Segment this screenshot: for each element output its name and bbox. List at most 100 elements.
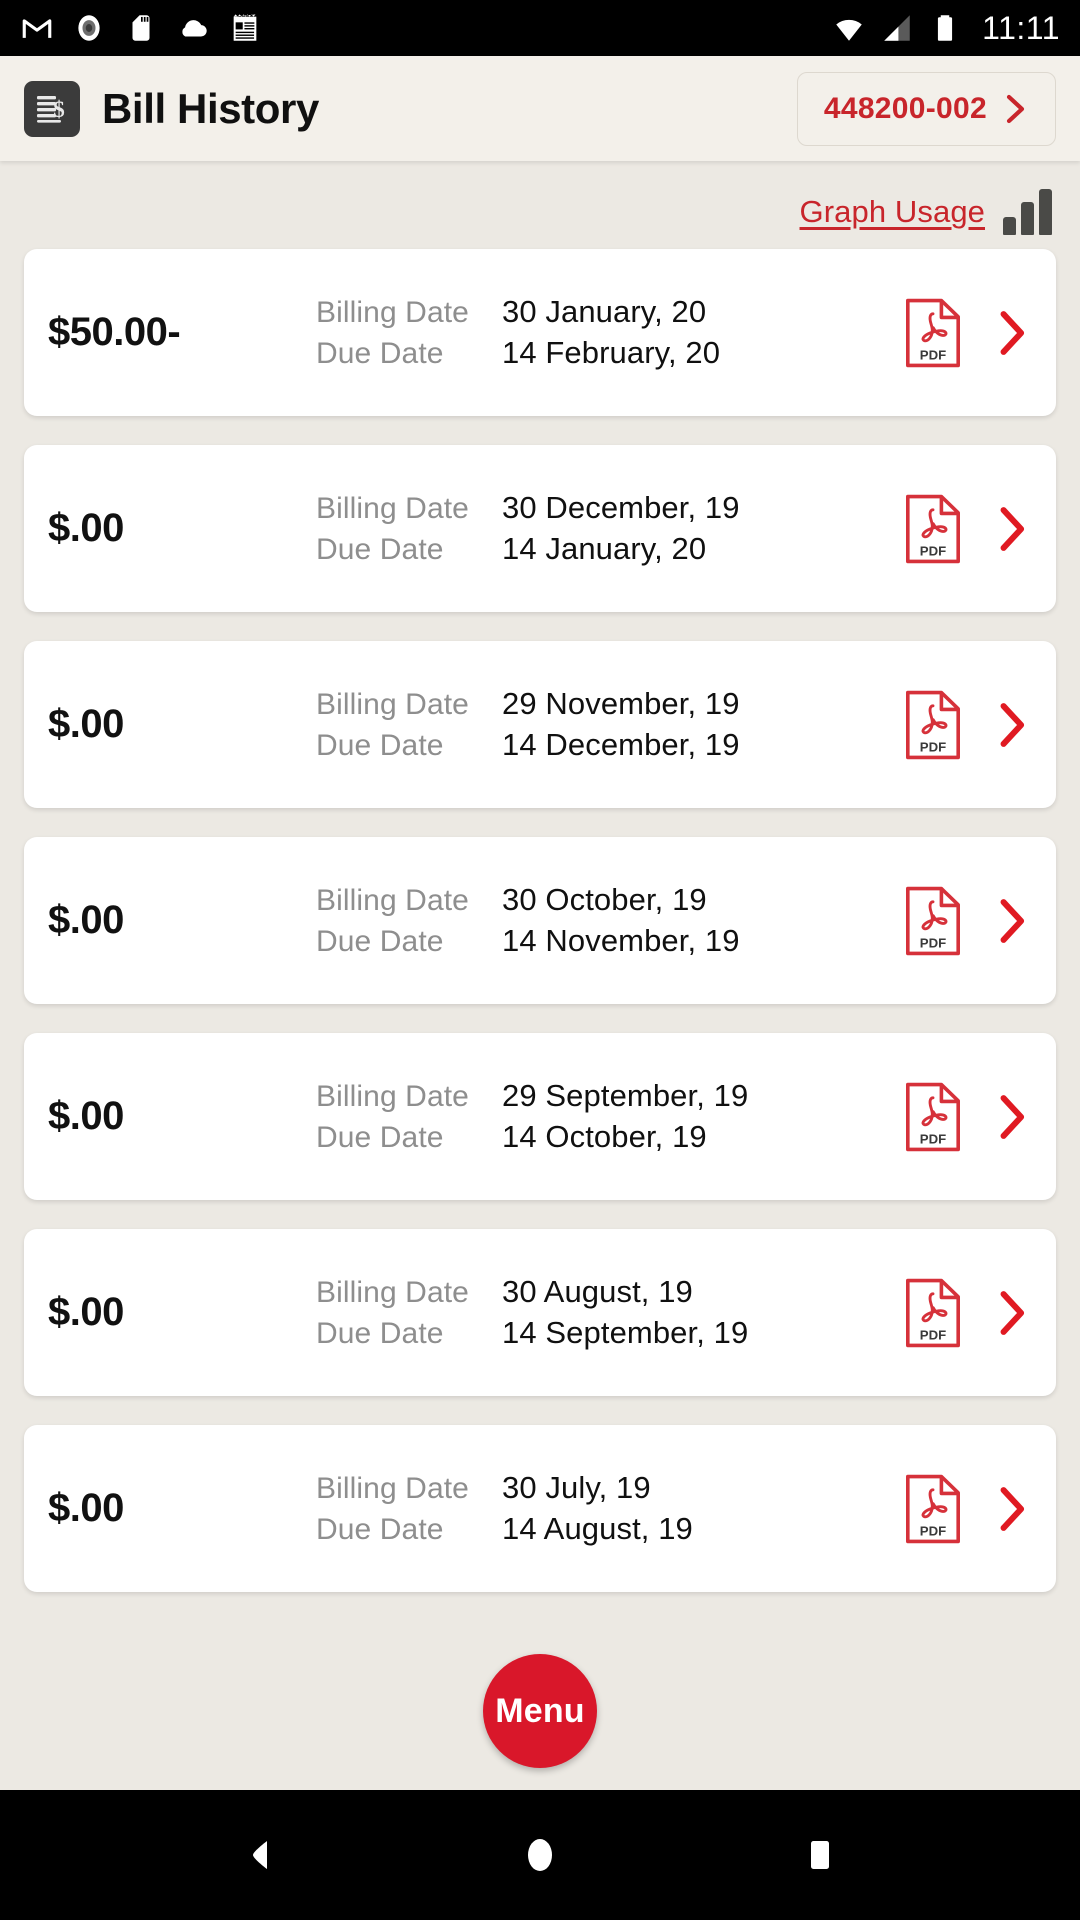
bill-detail-chevron-icon[interactable] [996,1486,1030,1532]
due-date-value: 14 January, 20 [502,531,707,566]
bill-history-content: Graph Usage $50.00- Billing Date 30 Janu… [0,161,1080,1790]
app-header: $ Bill History 448200-002 [0,56,1080,161]
bill-detail-chevron-icon[interactable] [996,702,1030,748]
bill-card[interactable]: $.00 Billing Date 30 October, 19 Due Dat… [24,837,1056,1004]
bill-detail-chevron-icon[interactable] [996,1094,1030,1140]
billing-date-row: Billing Date 29 November, 19 [316,686,904,722]
bill-detail-chevron-icon[interactable] [996,310,1030,356]
bill-dates: Billing Date 30 December, 19 Due Date 14… [316,490,904,567]
bill-card[interactable]: $.00 Billing Date 30 August, 19 Due Date… [24,1229,1056,1396]
svg-text:PDF: PDF [920,739,946,754]
recents-button[interactable] [785,1820,855,1890]
status-bar-left-icons [20,11,262,45]
bill-detail-chevron-icon[interactable] [996,506,1030,552]
cellular-signal-icon [884,15,910,41]
graph-usage-row: Graph Usage [0,161,1080,241]
bill-document-icon: $ [24,80,80,137]
bill-detail-chevron-icon[interactable] [996,898,1030,944]
due-date-value: 14 November, 19 [502,923,740,958]
bill-amount: $.00 [48,1094,124,1138]
billing-date-row: Billing Date 30 December, 19 [316,490,904,526]
billing-date-label: Billing Date [316,1472,469,1505]
pdf-icon[interactable]: PDF [904,297,962,369]
bill-amount: $.00 [48,1486,124,1530]
home-button[interactable] [505,1820,575,1890]
status-bar-right-icons: 11:11 [832,11,1060,45]
back-triangle-icon [253,1841,267,1869]
sd-card-icon [132,15,150,41]
pdf-icon[interactable]: PDF [904,1473,962,1545]
due-date-row: Due Date 14 February, 20 [316,335,904,371]
due-date-label: Due Date [316,1513,444,1546]
menu-fab-label: Menu [495,1691,585,1730]
billing-date-value: 30 October, 19 [502,882,707,917]
billing-date-value: 30 July, 19 [502,1470,651,1505]
due-date-label: Due Date [316,1317,444,1350]
due-date-value: 14 February, 20 [502,335,721,370]
due-date-value: 14 August, 19 [502,1511,693,1546]
billing-date-label: Billing Date [316,1276,469,1309]
status-bar: 11:11 [0,0,1080,56]
pdf-icon[interactable]: PDF [904,1081,962,1153]
billing-date-row: Billing Date 30 August, 19 [316,1274,904,1310]
gmail-icon [22,19,52,38]
bill-amount: $.00 [48,506,124,550]
chevron-right-icon [1006,94,1025,123]
recents-square-icon [811,1841,829,1869]
due-date-value: 14 December, 19 [502,727,740,762]
account-number-label: 448200-002 [823,91,987,125]
account-selector-button[interactable]: 448200-002 [796,71,1056,146]
wifi-icon [836,19,862,41]
bill-amount: $50.00- [48,310,181,354]
billing-date-value: 30 August, 19 [502,1274,693,1309]
header-title-group: $ Bill History [24,80,319,137]
back-button[interactable] [225,1820,295,1890]
graph-usage-link[interactable]: Graph Usage [800,194,985,230]
billing-date-row: Billing Date 29 September, 19 [316,1078,904,1114]
pdf-icon[interactable]: PDF [904,885,962,957]
bill-card[interactable]: $.00 Billing Date 30 July, 19 Due Date 1… [24,1425,1056,1592]
billing-date-label: Billing Date [316,1080,469,1113]
bill-card[interactable]: $50.00- Billing Date 30 January, 20 Due … [24,249,1056,416]
bill-card[interactable]: $.00 Billing Date 30 December, 19 Due Da… [24,445,1056,612]
bill-amount: $.00 [48,898,124,942]
bill-list: $50.00- Billing Date 30 January, 20 Due … [0,241,1080,1592]
phone-screen: 11:11 $ Bill History 448200-002 Graph Us… [0,0,1080,1920]
bill-detail-chevron-icon[interactable] [996,1290,1030,1336]
page-title: Bill History [102,84,319,132]
svg-text:PDF: PDF [920,935,946,950]
due-date-value: 14 September, 19 [502,1315,749,1350]
bill-dates: Billing Date 29 September, 19 Due Date 1… [316,1078,904,1155]
due-date-row: Due Date 14 January, 20 [316,531,904,567]
billing-date-label: Billing Date [316,492,469,525]
bill-card[interactable]: $.00 Billing Date 29 September, 19 Due D… [24,1033,1056,1200]
home-circle-icon [528,1839,552,1871]
cloud-icon [182,20,207,37]
svg-text:PDF: PDF [920,543,946,558]
svg-text:PDF: PDF [920,1131,946,1146]
svg-text:$: $ [53,97,65,122]
pdf-icon[interactable]: PDF [904,1277,962,1349]
billing-date-label: Billing Date [316,296,469,329]
billing-date-row: Billing Date 30 July, 19 [316,1470,904,1506]
billing-date-value: 30 January, 20 [502,294,707,329]
billing-date-label: Billing Date [316,884,469,917]
due-date-row: Due Date 14 October, 19 [316,1119,904,1155]
due-date-value: 14 October, 19 [502,1119,707,1154]
status-bar-clock: 11:11 [982,10,1060,46]
pdf-icon[interactable]: PDF [904,689,962,761]
pdf-icon[interactable]: PDF [904,493,962,565]
bill-card[interactable]: $.00 Billing Date 29 November, 19 Due Da… [24,641,1056,808]
billing-date-value: 29 September, 19 [502,1078,749,1113]
notepad-icon [233,14,257,41]
svg-text:PDF: PDF [920,1523,946,1538]
menu-fab-button[interactable]: Menu [483,1654,597,1768]
bill-dates: Billing Date 30 October, 19 Due Date 14 … [316,882,904,959]
billing-date-row: Billing Date 30 January, 20 [316,294,904,330]
svg-text:PDF: PDF [920,347,946,362]
record-icon [78,15,100,41]
billing-date-row: Billing Date 30 October, 19 [316,882,904,918]
due-date-row: Due Date 14 August, 19 [316,1511,904,1547]
bill-amount: $.00 [48,702,124,746]
bar-chart-icon[interactable] [1003,189,1052,235]
